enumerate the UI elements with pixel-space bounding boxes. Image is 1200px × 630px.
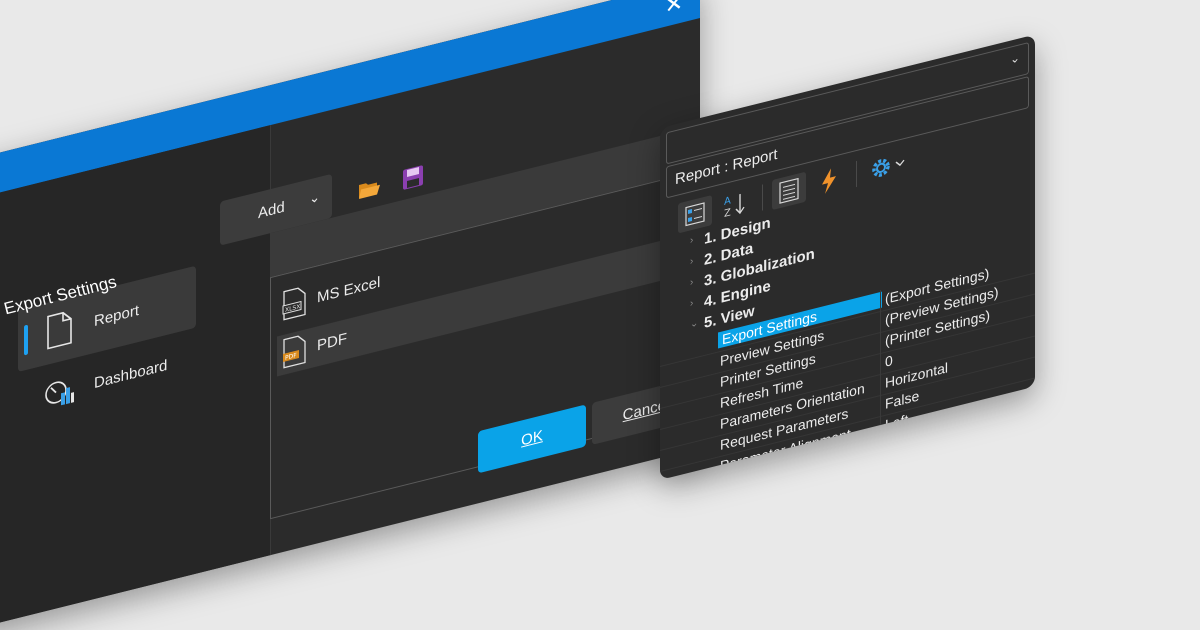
expand-caret-icon: › — [690, 276, 694, 289]
toolbar-separator — [762, 184, 763, 211]
selection-accent — [24, 324, 28, 356]
expand-caret-icon: › — [690, 255, 694, 268]
column-divider — [880, 331, 881, 354]
column-divider — [880, 394, 881, 417]
column-divider — [880, 289, 881, 312]
svg-text:PDF: PDF — [285, 352, 297, 362]
list-item-label: MS Excel — [317, 273, 381, 307]
column-divider — [880, 436, 881, 459]
property-value[interactable]: 0 — [885, 352, 893, 370]
sidebar-item-label: Report — [94, 301, 140, 331]
expand-caret-icon: › — [690, 234, 694, 247]
add-button-label: Add — [258, 198, 285, 223]
svg-text:A: A — [724, 195, 731, 208]
pdf-file-icon: PDF — [283, 335, 306, 369]
column-divider — [880, 373, 881, 396]
column-divider — [880, 415, 881, 438]
expand-caret-icon: › — [690, 297, 694, 310]
sidebar-item-label: Dashboard — [94, 356, 168, 393]
list-item-label: PDF — [317, 330, 347, 355]
export-settings-dialog: ✕ Report Dashboard Add ⌄ XLSX MS Excel P… — [0, 0, 700, 630]
property-value[interactable]: Left — [885, 411, 908, 433]
save-floppy-icon[interactable] — [401, 163, 425, 193]
folder-open-icon[interactable] — [357, 174, 381, 204]
property-value[interactable]: 0 — [885, 436, 893, 454]
report-document-icon — [47, 311, 72, 350]
collapse-caret-icon: ⌄ — [690, 317, 699, 331]
chevron-down-icon: ⌄ — [1009, 50, 1020, 67]
svg-text:Z: Z — [724, 207, 731, 220]
toolbar-separator — [856, 160, 857, 188]
column-divider — [880, 352, 881, 375]
excel-file-icon: XLSX — [282, 287, 306, 321]
dashboard-gauge-icon — [45, 381, 74, 406]
column-divider — [880, 310, 881, 333]
chevron-down-icon: ⌄ — [309, 188, 320, 207]
property-grid-panel: ⌄ Report : Report A Z › 1. Design › 2. D… — [660, 34, 1035, 480]
